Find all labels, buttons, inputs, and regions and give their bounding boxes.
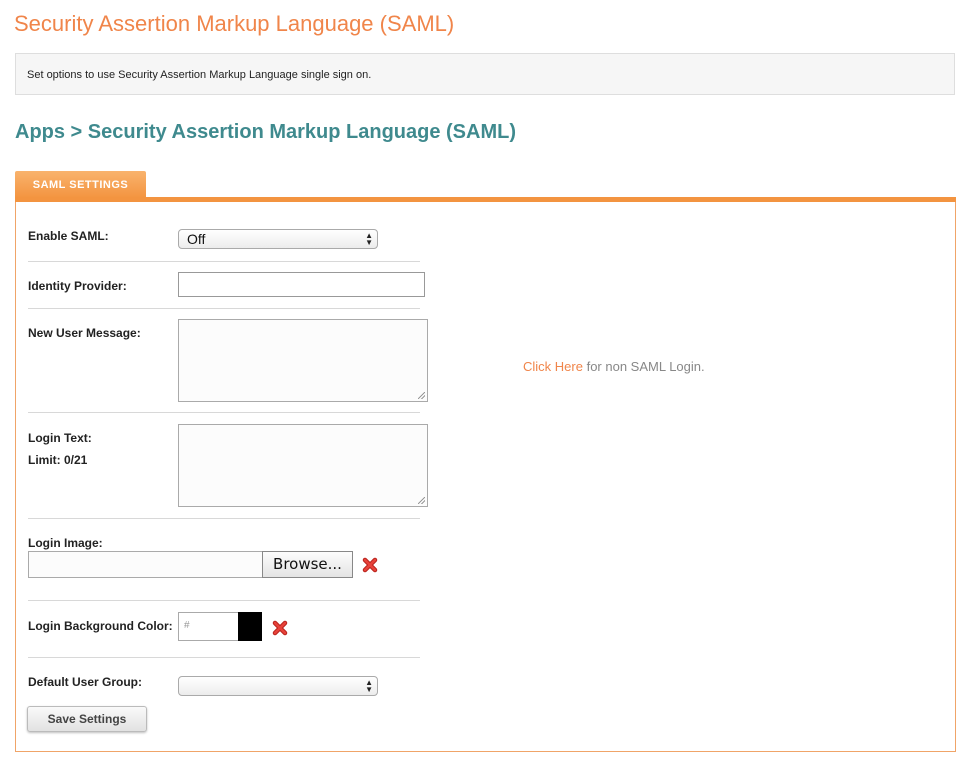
resize-handle-icon[interactable]: [418, 392, 425, 399]
login-text-limit: Limit: 0/21: [28, 453, 88, 467]
up-down-arrows-icon: ▲ ▼: [365, 678, 373, 694]
up-down-arrows-icon: ▲ ▼: [365, 231, 373, 247]
new-user-message-textarea[interactable]: [178, 319, 428, 402]
non-saml-suffix: for non SAML Login.: [582, 359, 705, 374]
login-text-textarea[interactable]: [178, 424, 428, 507]
non-saml-login: Click Here for non SAML Login.: [523, 359, 705, 374]
login-bg-color-input[interactable]: #: [178, 612, 238, 641]
divider: [28, 308, 420, 309]
divider: [28, 600, 420, 601]
resize-handle-icon[interactable]: [418, 497, 425, 504]
description-text: Set options to use Security Assertion Ma…: [27, 69, 372, 81]
save-settings-button[interactable]: Save Settings: [27, 706, 147, 732]
divider: [28, 261, 420, 262]
identity-provider-label: Identity Provider:: [28, 279, 127, 293]
red-x-icon[interactable]: [272, 620, 288, 636]
red-x-icon[interactable]: [362, 557, 378, 573]
enable-saml-select[interactable]: Off ▲ ▼: [178, 229, 378, 249]
color-swatch[interactable]: [238, 612, 262, 641]
divider: [28, 518, 420, 519]
page-title: Security Assertion Markup Language (SAML…: [14, 11, 455, 36]
divider: [28, 412, 420, 413]
login-text-label: Login Text:: [28, 431, 92, 445]
default-user-group-label: Default User Group:: [28, 675, 143, 689]
tab-saml-settings[interactable]: SAML SETTINGS: [15, 171, 146, 198]
login-bg-color-label: Login Background Color:: [28, 619, 173, 633]
settings-panel: [15, 202, 956, 752]
click-here-link[interactable]: Click Here: [523, 359, 583, 374]
browse-button[interactable]: Browse...: [262, 551, 353, 578]
new-user-message-label: New User Message:: [28, 326, 141, 340]
enable-saml-label: Enable SAML:: [28, 229, 109, 243]
default-user-group-select[interactable]: ▲ ▼: [178, 676, 378, 696]
login-image-file-field[interactable]: [28, 551, 263, 578]
enable-saml-value: Off: [187, 231, 206, 247]
login-image-label: Login Image:: [28, 536, 103, 550]
description-box: Set options to use Security Assertion Ma…: [15, 53, 955, 95]
identity-provider-input[interactable]: [178, 272, 425, 297]
breadcrumb: Apps > Security Assertion Markup Languag…: [15, 121, 517, 143]
divider: [28, 657, 420, 658]
